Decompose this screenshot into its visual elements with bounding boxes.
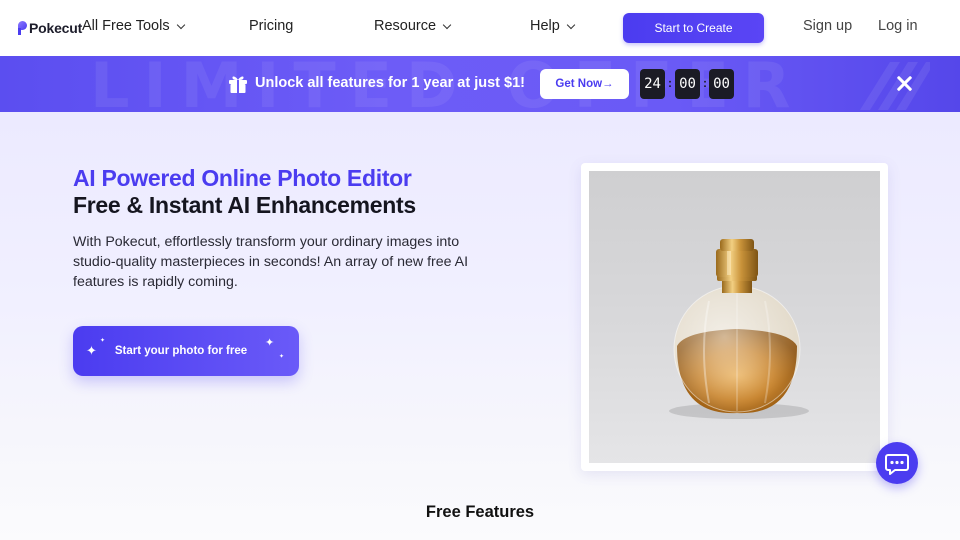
timer-hours: 24	[640, 69, 665, 99]
perfume-bottle-image	[589, 171, 880, 463]
close-icon[interactable]	[893, 72, 917, 96]
nav-item-label: Help	[530, 18, 560, 34]
start-photo-button[interactable]: ✦ ✦ Start your photo for free ✦ ✦	[73, 326, 299, 376]
start-to-create-button[interactable]: Start to Create	[623, 13, 764, 43]
sparkle-icon: ✦	[100, 338, 106, 344]
nav-item-help[interactable]: Help	[530, 18, 576, 34]
promo-text: Unlock all features for 1 year at just $…	[255, 75, 525, 91]
chevron-down-icon	[442, 20, 452, 29]
timer-minutes: 00	[675, 69, 700, 99]
nav-item-all-free-tools[interactable]: All Free Tools	[82, 18, 185, 34]
nav-item-pricing[interactable]: Pricing	[249, 18, 293, 34]
start-photo-button-label: Start your photo for free	[114, 345, 248, 357]
nav-item-label: Resource	[374, 18, 437, 34]
brand-logo[interactable]: Pokecut	[18, 19, 82, 37]
chevron-down-icon	[566, 20, 576, 29]
chat-icon	[885, 454, 909, 475]
timer-separator: :	[668, 76, 672, 90]
get-now-button[interactable]: Get Now→	[540, 69, 629, 99]
nav-item-label: Pricing	[249, 18, 294, 34]
chat-button[interactable]	[876, 442, 918, 484]
perfume-bottle-icon	[669, 239, 809, 419]
pokecut-logo-icon	[18, 21, 27, 35]
nav-item-resource[interactable]: Resource	[374, 18, 452, 34]
hero-image-card	[581, 163, 888, 471]
sign-up-link[interactable]: Sign up	[803, 18, 852, 34]
timer-separator: :	[703, 76, 707, 90]
sparkle-icon: ✦	[265, 337, 275, 349]
nav-item-label: All Free Tools	[82, 18, 170, 34]
sparkle-icon: ✦	[279, 354, 285, 360]
hero-subtitle: Free & Instant AI Enhancements	[73, 192, 416, 218]
hero-description: With Pokecut, effortlessly transform you…	[73, 234, 469, 290]
sparkle-icon: ✦	[86, 343, 97, 358]
gift-icon	[229, 76, 247, 93]
free-features-heading: Free Features	[425, 503, 535, 521]
chevron-down-icon	[176, 20, 185, 29]
timer-seconds: 00	[709, 69, 734, 99]
brand-name: Pokecut	[29, 20, 83, 36]
top-nav: Pokecut All Free Tools Pricing Resource …	[0, 0, 960, 56]
hero-title: AI Powered Online Photo Editor	[73, 165, 412, 191]
promo-banner: LIMITED OFFER Unlock all features for 1 …	[0, 56, 960, 112]
log-in-link[interactable]: Log in	[878, 18, 918, 34]
